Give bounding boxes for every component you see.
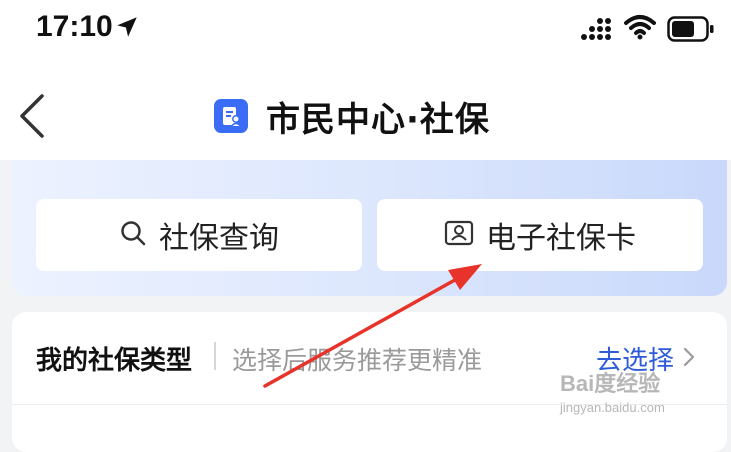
battery-icon xyxy=(667,16,715,46)
title-separator xyxy=(214,342,216,370)
baidu-jingyan-watermark: Bai度经验 jingyan.baidu.com xyxy=(560,366,665,415)
quick-actions-banner: 社保查询 电子社保卡 xyxy=(12,160,727,296)
social-security-query-button[interactable]: 社保查询 xyxy=(36,199,362,271)
nav-bar: 市民中心·社保 xyxy=(0,60,731,160)
e-social-security-card-button[interactable]: 电子社保卡 xyxy=(377,199,703,271)
watermark-brand: Bai度经验 xyxy=(560,371,661,396)
chevron-right-icon xyxy=(674,346,696,372)
page-title-group: 市民中心·社保 xyxy=(214,96,490,140)
search-icon xyxy=(119,219,147,251)
social-security-query-label: 社保查询 xyxy=(159,221,279,256)
e-social-security-card-label: 电子社保卡 xyxy=(486,221,636,256)
insurance-type-title: 我的社保类型 xyxy=(36,346,193,376)
cellular-signal-icon xyxy=(580,18,614,46)
chevron-left-icon[interactable] xyxy=(18,94,46,142)
status-time: 17:10 xyxy=(36,10,113,43)
wifi-icon xyxy=(624,14,656,44)
id-card-icon xyxy=(444,219,474,251)
page-title: 市民中心·社保 xyxy=(266,99,490,140)
watermark-url: jingyan.baidu.com xyxy=(560,400,665,415)
status-bar: 17:10 xyxy=(0,0,731,60)
insurance-type-hint: 选择后服务推荐更精准 xyxy=(232,346,483,375)
document-user-icon xyxy=(214,99,248,133)
location-arrow-icon xyxy=(114,14,140,44)
